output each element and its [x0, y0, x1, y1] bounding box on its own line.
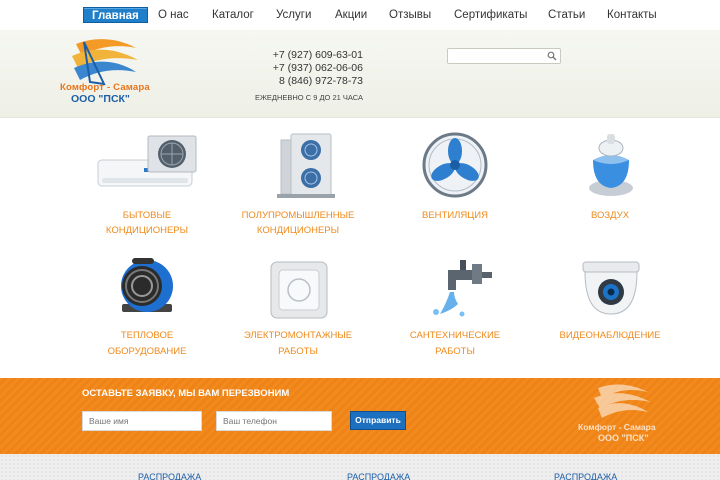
search-input[interactable] [450, 50, 544, 62]
category-heating-equipment[interactable]: ТЕПЛОВОЕ ОБОРУДОВАНИЕ [72, 256, 222, 366]
site-header: Комфорт - Самара ООО "ПСК" +7 (927) 609-… [0, 30, 720, 118]
callback-title: ОСТАВЬТЕ ЗАЯВКУ, МЫ ВАМ ПЕРЕЗВОНИМ [82, 388, 290, 399]
category-household-ac[interactable]: БЫТОВЫЕ КОНДИЦИОНЕРЫ [72, 130, 222, 240]
faucet-icon [433, 260, 492, 317]
category-semi-industrial-ac[interactable]: ПОЛУПРОМЫШЛЕННЫЕ КОНДИЦИОНЕРЫ [223, 130, 373, 240]
phone-2[interactable]: +7 (937) 062-06-06 [240, 62, 363, 74]
category-label-line1: САНТЕХНИЧЕСКИЕ [409, 330, 501, 341]
category-plumbing-works[interactable]: САНТЕХНИЧЕСКИЕ РАБОТЫ [380, 256, 530, 366]
nav-item-about[interactable]: О нас [150, 7, 197, 23]
air-conditioner-icon [97, 135, 197, 187]
category-label-line1: БЫТОВЫЕ [122, 210, 172, 221]
search-box [447, 48, 561, 64]
switch-icon [270, 261, 328, 319]
category-label-line2: РАБОТЫ [278, 346, 318, 357]
top-navigation: Главная О нас Каталог Услуги Акции Отзыв… [0, 0, 720, 30]
logo-company-name: Комфорт - Самара [60, 82, 150, 93]
category-label-line1: ЭЛЕКТРОМОНТАЖНЫЕ [243, 330, 353, 341]
nav-item-articles[interactable]: Статьи [540, 7, 593, 23]
category-label-line2: ОБОРУДОВАНИЕ [107, 346, 187, 357]
search-icon[interactable] [547, 51, 557, 61]
category-label-line1: ПОЛУПРОМЫШЛЕННЫЕ [241, 210, 355, 221]
nav-item-certificates[interactable]: Сертификаты [446, 7, 535, 23]
nav-item-services[interactable]: Услуги [268, 7, 319, 23]
watermark-company-name: Комфорт - Самара [578, 422, 656, 432]
camera-icon [582, 261, 640, 315]
nav-item-catalog[interactable]: Каталог [204, 7, 262, 23]
category-label-line2: КОНДИЦИОНЕРЫ [256, 225, 340, 236]
category-electrical-works[interactable]: ЭЛЕКТРОМОНТАЖНЫЕ РАБОТЫ [223, 256, 373, 366]
sale-strip: РАСПРОДАЖА РАСПРОДАЖА РАСПРОДАЖА [0, 454, 720, 480]
humidifier-icon [589, 134, 633, 196]
watermark-company-org: ООО "ПСК" [598, 433, 649, 443]
name-field[interactable] [82, 411, 202, 431]
working-hours: ЕЖЕДНЕВНО С 9 ДО 21 ЧАСА [254, 93, 363, 102]
category-label-line2: РАБОТЫ [435, 346, 475, 357]
nav-item-reviews[interactable]: Отзывы [381, 7, 439, 23]
phone-3[interactable]: 8 (846) 972-78-73 [240, 75, 363, 87]
category-label-line2: КОНДИЦИОНЕРЫ [105, 225, 189, 236]
category-label-line1: ТЕПЛОВОЕ [120, 330, 174, 341]
nav-item-home[interactable]: Главная [83, 7, 148, 23]
phone-field[interactable] [216, 411, 332, 431]
category-ventilation[interactable]: ВЕНТИЛЯЦИЯ [380, 130, 530, 240]
category-label-line1: ВИДЕОНАБЛЮДЕНИЕ [559, 330, 661, 341]
category-air[interactable]: ВОЗДУХ [535, 130, 685, 240]
logo-company-org: ООО "ПСК" [71, 93, 130, 105]
heater-icon [121, 258, 173, 312]
watermark-logo [594, 384, 650, 418]
category-label-line1: ВЕНТИЛЯЦИЯ [422, 210, 488, 221]
nav-item-promotions[interactable]: Акции [327, 7, 375, 23]
category-label-line1: ВОЗДУХ [590, 210, 630, 221]
submit-button[interactable]: Отправить [350, 411, 406, 430]
fan-icon [422, 132, 488, 198]
callback-form-band: ОСТАВЬТЕ ЗАЯВКУ, МЫ ВАМ ПЕРЕЗВОНИМ Отпра… [0, 378, 720, 454]
category-video-surveillance[interactable]: ВИДЕОНАБЛЮДЕНИЕ [535, 256, 685, 366]
nav-item-contacts[interactable]: Контакты [599, 7, 665, 23]
sale-link[interactable]: РАСПРОДАЖА [554, 472, 617, 480]
phone-1[interactable]: +7 (927) 609-63-01 [240, 49, 363, 61]
sale-link[interactable]: РАСПРОДАЖА [138, 472, 201, 480]
sale-link[interactable]: РАСПРОДАЖА [347, 472, 410, 480]
outdoor-unit-icon [277, 133, 335, 198]
